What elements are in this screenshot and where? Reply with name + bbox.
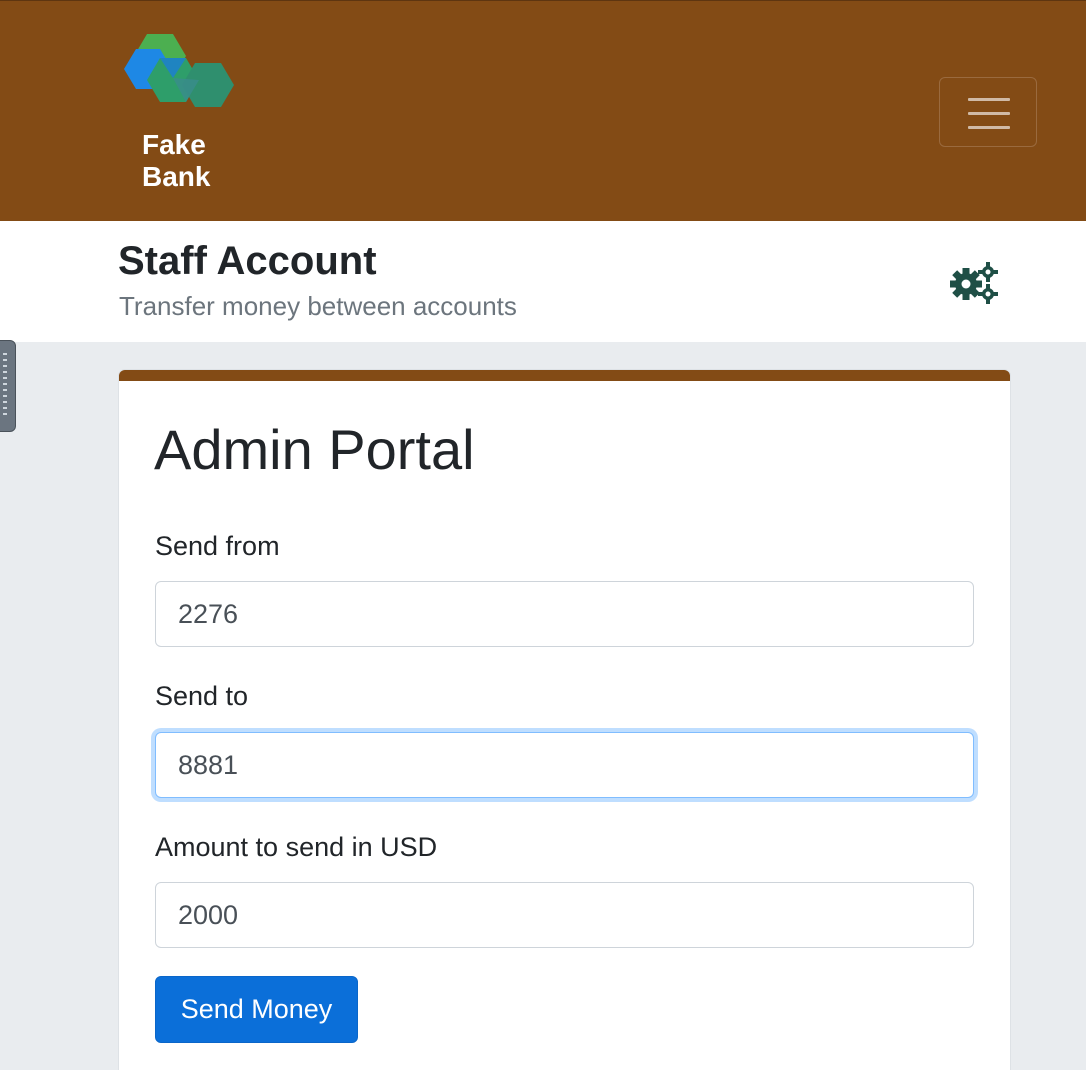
hamburger-menu-icon	[968, 98, 1010, 101]
hamburger-menu-icon-bottom	[968, 126, 1010, 129]
page-subtitle: Transfer money between accounts	[119, 291, 517, 321]
send-money-button[interactable]: Send Money	[155, 976, 358, 1043]
top-navbar: Fake Bank	[0, 0, 1086, 221]
grip-dots-icon	[3, 353, 7, 419]
send-from-label: Send from	[155, 531, 280, 561]
navbar-toggle-button[interactable]	[939, 77, 1037, 147]
send-from-input[interactable]	[155, 581, 974, 647]
page-title: Staff Account	[118, 239, 377, 283]
amount-input[interactable]	[155, 882, 974, 948]
amount-label: Amount to send in USD	[155, 832, 438, 862]
card-title: Admin Portal	[154, 418, 475, 481]
brand-name-line1: Fake	[142, 129, 206, 160]
hexagon-cubes-logo-icon	[124, 34, 234, 107]
gears-icon[interactable]	[948, 259, 1000, 305]
brand-name: Fake Bank	[142, 129, 210, 193]
send-to-label: Send to	[155, 681, 249, 711]
side-drag-handle[interactable]	[0, 340, 16, 432]
brand-logo[interactable]: Fake Bank	[120, 31, 240, 201]
send-to-input[interactable]	[155, 732, 974, 798]
hamburger-menu-icon-middle	[968, 112, 1010, 115]
brand-name-line2: Bank	[142, 161, 211, 192]
